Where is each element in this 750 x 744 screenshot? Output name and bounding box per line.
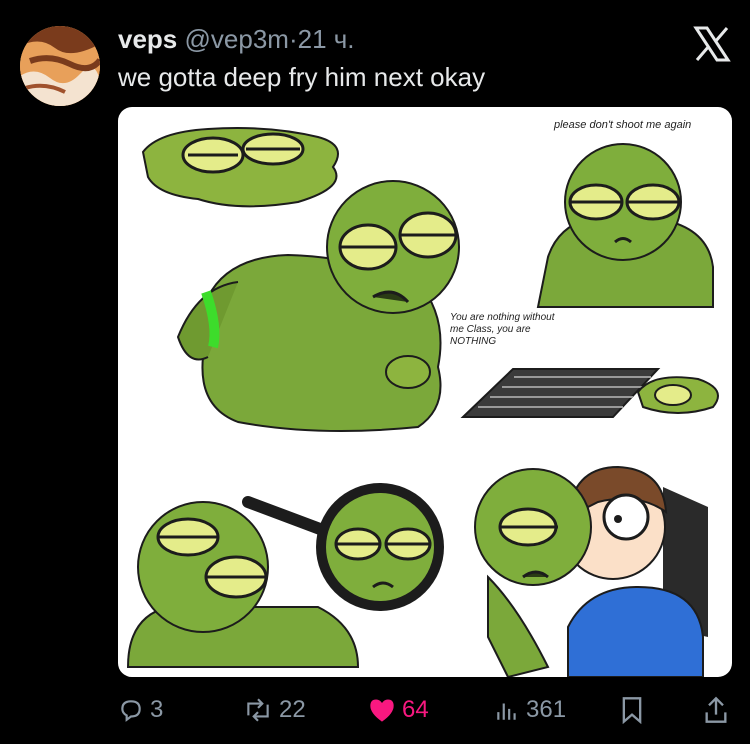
separator: · bbox=[288, 24, 298, 54]
heart-icon bbox=[370, 699, 394, 722]
avatar-image bbox=[20, 26, 100, 106]
views-button[interactable]: 361 bbox=[494, 690, 566, 730]
tweet-text: we gotta deep fry him next okay bbox=[118, 62, 486, 92]
reply-count: 3 bbox=[150, 696, 164, 723]
tweet-header: veps @vep3m·21 ч. bbox=[118, 22, 355, 56]
author-handle[interactable]: @vep3m bbox=[185, 24, 289, 54]
caption-middle: You are nothing without me Class, you ar… bbox=[450, 312, 555, 347]
like-button[interactable]: 64 bbox=[368, 690, 429, 730]
author-name[interactable]: veps bbox=[118, 24, 177, 54]
avatar[interactable] bbox=[20, 26, 100, 106]
caption-top: please don't shoot me again bbox=[554, 119, 692, 131]
timestamp[interactable]: 21 ч. bbox=[298, 24, 355, 54]
x-logo-icon[interactable] bbox=[692, 24, 732, 64]
comic-illustration bbox=[126, 127, 719, 677]
tweet-media[interactable]: please don't shoot me again You are noth… bbox=[118, 107, 732, 677]
repost-button[interactable]: 22 bbox=[243, 690, 306, 730]
repost-count: 22 bbox=[279, 696, 306, 723]
views-icon bbox=[497, 703, 516, 720]
share-button[interactable] bbox=[704, 690, 728, 730]
reply-icon bbox=[121, 700, 141, 722]
bookmark-icon bbox=[622, 697, 642, 724]
view-count: 361 bbox=[526, 696, 567, 723]
repost-icon bbox=[247, 698, 269, 722]
bookmark-button[interactable] bbox=[620, 690, 644, 730]
reply-button[interactable]: 3 bbox=[118, 690, 163, 730]
action-bar: 3 22 64 361 bbox=[0, 690, 750, 730]
like-count: 64 bbox=[402, 696, 429, 723]
share-icon bbox=[705, 696, 727, 723]
